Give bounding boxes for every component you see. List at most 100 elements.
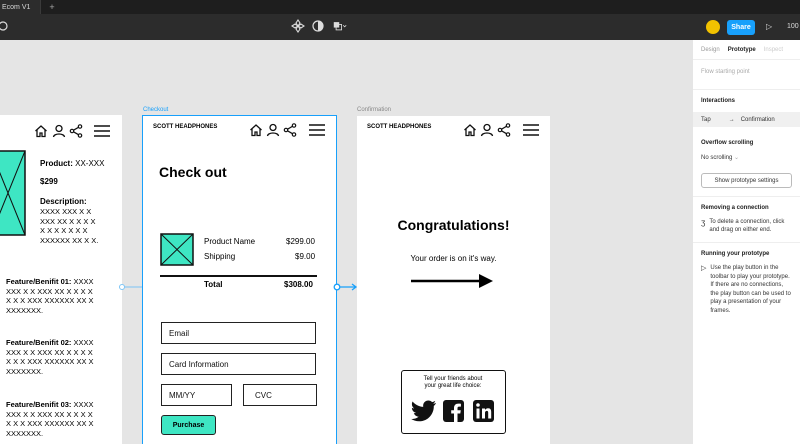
frame-label-checkout[interactable]: Checkout (143, 107, 168, 113)
running-text: Use the play button in the toolbar to pl… (710, 265, 791, 314)
drag-connection-icon: ʒ (701, 218, 706, 227)
description-text: XXXX XXX X X XXX XX X X X X X X X X X X … (40, 207, 98, 245)
tab-inspect[interactable]: Inspect (764, 47, 783, 53)
expiry-field[interactable]: MM/YY (161, 384, 232, 406)
product-frame[interactable]: t Product: XX-XXX $299 Description: XXXX… (0, 115, 122, 444)
connection-arrow[interactable] (332, 282, 360, 292)
description-line: XXXXXX XX X X. (40, 235, 99, 245)
removing-section: Removing a connection ʒ To delete a conn… (693, 197, 800, 243)
share-card: Tell your friends about your great life … (401, 370, 506, 434)
new-tab-button[interactable]: + (49, 2, 54, 12)
email-field[interactable]: Email (161, 322, 316, 344)
zoom-level[interactable]: 100 (787, 23, 799, 30)
product-price: $299 (40, 177, 58, 186)
description-label: Description: (40, 197, 87, 206)
share-icon[interactable] (497, 123, 511, 137)
component-icon[interactable] (291, 19, 305, 33)
description-line: X X X X X X X (40, 226, 88, 235)
product-thumbnail (160, 233, 194, 266)
share-line: Tell your friends about (423, 376, 483, 382)
share-line: your great life choice: (424, 383, 482, 389)
play-icon: ▷ (701, 265, 707, 272)
feature-line: X X X XXX XXXXXX XX X (6, 296, 94, 305)
boolean-icon[interactable] (333, 19, 347, 33)
feature-first: XXXX (73, 400, 94, 409)
share-icon[interactable] (283, 123, 297, 137)
flow-starting-point[interactable]: Flow starting point (701, 69, 750, 75)
brand-title: SCOTT HEADPHONES (153, 124, 218, 130)
overflow-section: Overflow scrolling No scrolling ⌄ Show p… (693, 131, 800, 197)
connection-handle[interactable] (118, 282, 146, 292)
hamburger-menu-icon[interactable] (309, 124, 325, 136)
hamburger-menu-icon[interactable] (94, 125, 110, 137)
product-name: Product Name (204, 237, 256, 246)
feature-title: Feature/Benifit 02: (6, 338, 72, 347)
share-icon[interactable] (69, 124, 83, 138)
feature-first: XXXX (73, 277, 94, 286)
feature-line: X X X XXX XXXXXX XX X (6, 419, 94, 428)
checkout-frame[interactable]: SCOTT HEADPHONES Check out Product Name … (142, 115, 337, 444)
product-code: Product: XX-XXX (40, 159, 104, 168)
interactions-title: Interactions (701, 98, 736, 104)
shipping-price: $9.00 (295, 252, 316, 261)
interaction-row[interactable]: Tap → Confirmation (693, 112, 800, 127)
user-icon[interactable] (480, 123, 494, 137)
user-avatar[interactable] (706, 20, 720, 34)
arrow-right-icon: → (728, 116, 735, 123)
contrast-icon[interactable] (311, 19, 325, 33)
divider (160, 275, 317, 277)
properties-panel: Design Prototype Inspect Flow starting p… (692, 40, 800, 444)
frame-label-confirmation[interactable]: Confirmation (357, 107, 391, 113)
confirmation-frame[interactable]: SCOTT HEADPHONES Congratulations! Your o… (357, 116, 550, 444)
feature-line: XXXXXXX. (6, 305, 44, 315)
product-value: XX-XXX (75, 159, 105, 168)
feature-line: XXX X X XXX XX X X X X (6, 286, 93, 296)
feature-line: XXXXXXX. (6, 428, 44, 438)
user-icon[interactable] (52, 124, 66, 138)
chevron-down-icon: ⌄ (734, 155, 740, 161)
feature-line: X X X XXX XXXXXX XX X (6, 357, 94, 366)
product-price: $299.00 (286, 237, 315, 246)
home-icon[interactable] (249, 123, 263, 137)
user-icon[interactable] (266, 123, 280, 137)
feature-block: Feature/Benifit 03: XXXX XXX X X XXX XX … (6, 400, 94, 438)
play-icon[interactable]: ▷ (766, 22, 772, 31)
title-bar: Ecom V1 + (0, 0, 800, 14)
feature-line: XXX X X XXX XX X X X X (6, 347, 93, 357)
total-price: $308.00 (284, 280, 313, 289)
interactions-header: Interactions (693, 90, 800, 112)
running-info: ▷ Use the play button in the toolbar to … (701, 264, 792, 315)
cvc-field[interactable]: CVC (243, 384, 317, 406)
home-icon[interactable] (34, 124, 48, 138)
purchase-button[interactable]: Purchase (161, 415, 216, 435)
running-section: Running your prototype ▷ Use the play bu… (693, 243, 800, 323)
congratulations-title: Congratulations! (397, 217, 510, 233)
tab-design[interactable]: Design (701, 47, 720, 53)
removing-text: To delete a connection, click and drag o… (709, 219, 785, 233)
canvas[interactable]: t Product: XX-XXX $299 Description: XXXX… (0, 40, 692, 444)
hamburger-menu-icon[interactable] (523, 124, 539, 136)
product-image-placeholder (0, 150, 26, 236)
feature-first: XXXX (73, 338, 94, 347)
file-tab[interactable]: Ecom V1 (0, 0, 42, 14)
overflow-dropdown[interactable]: No scrolling ⌄ (701, 154, 792, 161)
removing-title: Removing a connection (701, 205, 769, 211)
flow-section: Flow starting point (693, 60, 800, 90)
removing-info: ʒ To delete a connection, click and drag… (701, 218, 792, 234)
interaction-trigger: Tap (701, 116, 711, 123)
product-label: Product: (40, 159, 73, 168)
card-information-field[interactable]: Card Information (161, 353, 316, 375)
show-prototype-settings-button[interactable]: Show prototype settings (701, 173, 792, 188)
checkout-title: Check out (159, 164, 227, 180)
share-button[interactable]: Share (727, 20, 755, 35)
home-icon[interactable] (463, 123, 477, 137)
panel-tabs: Design Prototype Inspect (693, 40, 800, 60)
menu-icon[interactable] (0, 19, 10, 33)
shipping-label: Shipping (204, 252, 236, 261)
tab-prototype[interactable]: Prototype (728, 47, 756, 53)
facebook-icon[interactable] (442, 399, 465, 423)
linkedin-icon[interactable] (472, 399, 495, 423)
file-tab-label: Ecom V1 (2, 3, 31, 11)
arrow-right-icon (411, 274, 493, 288)
twitter-icon[interactable] (411, 399, 437, 423)
